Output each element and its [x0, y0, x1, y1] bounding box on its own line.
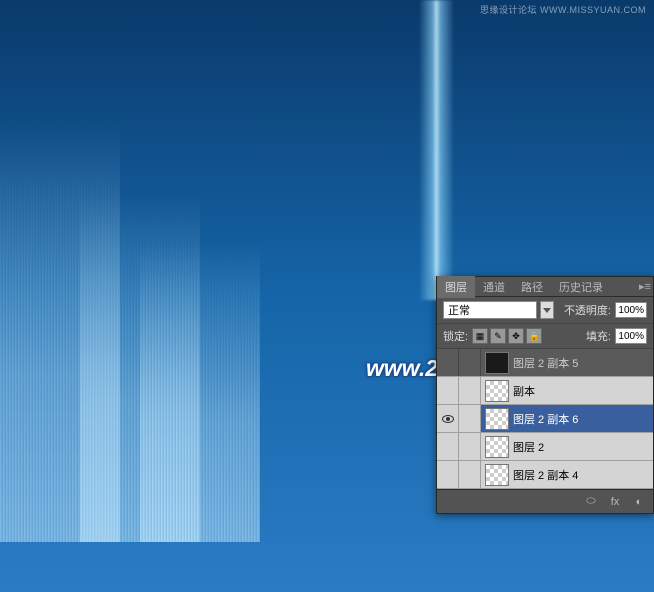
layer-row[interactable]: 副本 [437, 377, 653, 405]
panel-tabs: 图层 通道 路径 历史记录 ▸≡ [437, 277, 653, 297]
tab-channels[interactable]: 通道 [475, 276, 513, 298]
lock-all-icon[interactable]: 🔒 [526, 328, 542, 344]
opacity-input[interactable]: 100% [615, 302, 647, 318]
link-col[interactable] [459, 461, 481, 488]
panel-menu-icon[interactable]: ▸≡ [637, 280, 653, 293]
visibility-toggle[interactable] [437, 405, 459, 432]
layer-name[interactable]: 副本 [513, 383, 653, 399]
layer-name[interactable]: 图层 2 副本 6 [513, 411, 653, 427]
visibility-toggle[interactable] [437, 433, 459, 460]
opacity-label: 不透明度: [564, 302, 611, 318]
layer-thumbnail[interactable] [485, 464, 509, 486]
aurora-bottom [0, 142, 450, 542]
layer-name[interactable]: 图层 2 副本 5 [513, 355, 653, 371]
lock-icons-group: ▦ ✎ ✥ 🔒 [472, 328, 542, 344]
layers-panel: 图层 通道 路径 历史记录 ▸≡ 正常 不透明度: 100% 锁定: ▦ ✎ ✥… [436, 276, 654, 514]
layer-row[interactable]: 图层 2 [437, 433, 653, 461]
layer-row[interactable]: 图层 2 副本 5 [437, 349, 653, 377]
visibility-toggle[interactable] [437, 377, 459, 404]
layer-row[interactable]: 图层 2 副本 6 [437, 405, 653, 433]
lock-pixels-icon[interactable]: ✎ [490, 328, 506, 344]
layer-thumbnail[interactable] [485, 352, 509, 374]
lock-position-icon[interactable]: ✥ [508, 328, 524, 344]
blend-mode-dropdown[interactable]: 正常 [443, 301, 537, 319]
layers-list: 图层 2 副本 5 副本 图层 2 副本 6 图层 2 图层 2 副本 4 [437, 349, 653, 489]
eye-icon [442, 415, 454, 423]
layer-name[interactable]: 图层 2 [513, 439, 653, 455]
layer-name[interactable]: 图层 2 副本 4 [513, 467, 653, 483]
layer-row[interactable]: 图层 2 副本 4 [437, 461, 653, 489]
blend-opacity-row: 正常 不透明度: 100% [437, 297, 653, 324]
tab-history[interactable]: 历史记录 [551, 276, 611, 298]
link-col[interactable] [459, 433, 481, 460]
top-watermark: 思缘设计论坛 WWW.MISSYUAN.COM [480, 3, 646, 16]
link-col[interactable] [459, 377, 481, 404]
tab-paths[interactable]: 路径 [513, 276, 551, 298]
lock-fill-row: 锁定: ▦ ✎ ✥ 🔒 填充: 100% [437, 324, 653, 349]
blend-mode-value: 正常 [448, 302, 470, 318]
fill-input[interactable]: 100% [615, 328, 647, 344]
fill-label: 填充: [586, 328, 611, 344]
aurora-streak [419, 0, 454, 300]
lock-label: 锁定: [443, 328, 468, 344]
layer-thumbnail[interactable] [485, 408, 509, 430]
link-col[interactable] [459, 405, 481, 432]
panel-footer: ⬭ fx ◐ [437, 489, 653, 513]
layer-thumbnail[interactable] [485, 380, 509, 402]
lock-transparent-icon[interactable]: ▦ [472, 328, 488, 344]
visibility-toggle[interactable] [437, 461, 459, 488]
link-col[interactable] [459, 349, 481, 376]
fx-icon[interactable]: fx [607, 496, 623, 508]
blend-mode-arrow[interactable] [540, 301, 554, 319]
layer-thumbnail[interactable] [485, 436, 509, 458]
mask-icon[interactable]: ◐ [631, 496, 647, 508]
visibility-toggle[interactable] [437, 349, 459, 376]
tab-layers[interactable]: 图层 [437, 276, 475, 298]
link-layers-icon[interactable]: ⬭ [583, 495, 599, 508]
